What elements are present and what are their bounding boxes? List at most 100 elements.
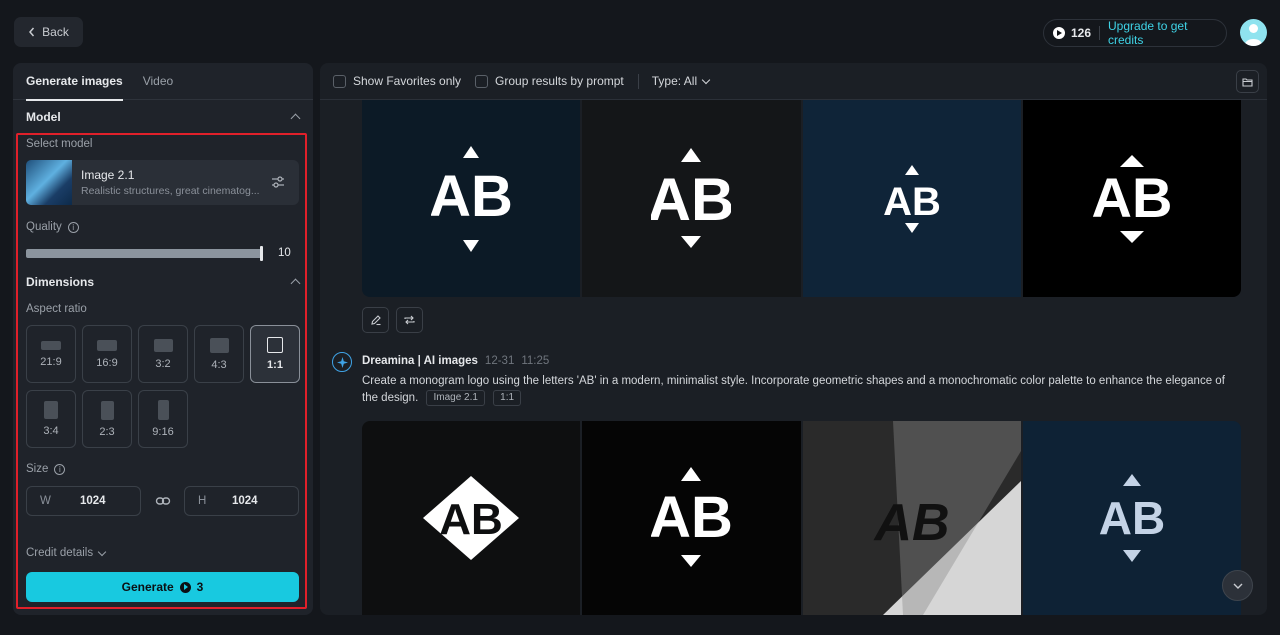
model-selector[interactable]: Image 2.1 Realistic structures, great ci… [26, 160, 299, 205]
group-filter[interactable]: Group results by prompt [475, 74, 624, 88]
chevron-down-icon [701, 75, 711, 84]
info-icon[interactable]: i [54, 463, 66, 475]
width-letter: W [40, 495, 51, 507]
credit-coin-icon [1053, 27, 1065, 39]
height-letter: H [198, 495, 207, 507]
divider [1099, 26, 1101, 40]
result-image[interactable]: AB [1022, 100, 1241, 297]
size-label: Size i [26, 463, 66, 475]
collapse-icon [290, 278, 301, 289]
logo-text: AB [1099, 492, 1165, 544]
ratio-shape [44, 401, 58, 419]
group-checkbox[interactable] [475, 74, 489, 88]
back-button[interactable]: Back [14, 17, 83, 47]
back-label: Back [42, 25, 69, 39]
width-value: 1024 [80, 495, 106, 507]
model-name: Image 2.1 [81, 168, 135, 182]
result-meta: Dreamina | AI images 12-31 11:25 [362, 355, 549, 367]
ab-logo: AB [651, 467, 731, 567]
ab-logo: AB [1099, 474, 1165, 562]
size-text: Size [26, 463, 49, 475]
credit-coin-icon [179, 581, 191, 593]
upgrade-link[interactable]: Upgrade to get credits [1108, 19, 1226, 47]
avatar-body [1245, 39, 1262, 46]
logo-text: AB [651, 485, 731, 550]
ab-logo: AB [423, 476, 520, 560]
folder-icon [1242, 77, 1253, 87]
credits-pill[interactable]: 126 Upgrade to get credits [1043, 19, 1227, 47]
ratio-shape [267, 337, 283, 353]
link-icon[interactable] [155, 493, 171, 509]
prompt-text[interactable]: Create a monogram logo using the letters… [362, 375, 1225, 404]
folder-button[interactable] [1236, 70, 1259, 93]
edit-button[interactable] [362, 307, 389, 333]
ratio-shape [97, 339, 117, 351]
group-label: Group results by prompt [495, 74, 624, 88]
aspect-ratio-label: Aspect ratio [26, 303, 87, 315]
ratio-label: 3:2 [155, 357, 171, 370]
ratio-16-9[interactable]: 16:9 [82, 325, 132, 383]
ratio-label: 3:4 [43, 425, 59, 437]
model-info: Image 2.1 Realistic structures, great ci… [81, 168, 261, 197]
generation-panel: Generate images Video Model Select model… [13, 63, 313, 615]
result-image[interactable]: AB [802, 100, 1021, 297]
logo-text: AB [431, 164, 511, 229]
ratio-label: 1:1 [267, 359, 283, 371]
favorites-checkbox[interactable] [333, 74, 346, 88]
sliders-icon[interactable] [271, 175, 285, 189]
top-bar: Back 126 Upgrade to get credits [0, 0, 1280, 63]
credits-count: 126 [1070, 26, 1092, 40]
quality-value: 10 [278, 247, 291, 259]
regenerate-button[interactable] [396, 307, 423, 333]
scroll-down-button[interactable] [1222, 570, 1253, 601]
quality-slider-thumb[interactable] [260, 246, 263, 261]
quality-slider-track[interactable] [26, 249, 262, 258]
generate-button[interactable]: Generate 3 [26, 572, 299, 602]
ratio-3-4[interactable]: 3:4 [26, 390, 76, 448]
ratio-label: 2:3 [99, 425, 115, 438]
dimensions-section-header[interactable]: Dimensions [26, 275, 302, 289]
ratio-label: 4:3 [211, 358, 227, 371]
quality-label: Quality i [26, 221, 79, 233]
user-avatar[interactable] [1240, 19, 1267, 46]
repeat-icon [404, 315, 415, 325]
ratio-chip: 1:1 [493, 390, 522, 406]
model-description: Realistic structures, great cinematog... [81, 185, 260, 197]
generate-label: Generate [121, 580, 174, 594]
avatar-head [1249, 24, 1258, 33]
divider [637, 73, 639, 89]
ratio-21-9[interactable]: 21:9 [26, 325, 76, 383]
credit-details-label: Credit details [26, 547, 94, 559]
ratio-4-3[interactable]: 4:3 [194, 325, 244, 383]
ratio-1-1[interactable]: 1:1 [250, 325, 300, 383]
model-section-header[interactable]: Model [26, 110, 302, 124]
ratio-9-16[interactable]: 9:16 [138, 390, 188, 448]
result-image[interactable]: AB [1022, 421, 1241, 615]
type-dropdown[interactable]: Type: All [652, 74, 711, 88]
result-image[interactable]: AB [802, 421, 1021, 615]
ratio-2-3[interactable]: 2:3 [82, 390, 132, 448]
collapse-icon [290, 113, 301, 124]
height-field[interactable]: H 1024 [184, 486, 299, 516]
ratio-label: 16:9 [96, 356, 118, 369]
logo-text: AB [1091, 166, 1172, 229]
mode-tabs: Generate images Video [13, 63, 313, 101]
ratio-shape [100, 400, 114, 420]
tab-video[interactable]: Video [143, 63, 173, 100]
ab-logo: AB [651, 147, 731, 248]
ab-logo: AB [883, 164, 941, 233]
credit-details-toggle[interactable]: Credit details [26, 547, 107, 559]
result-image[interactable]: AB [582, 421, 801, 615]
favorites-filter[interactable]: Show Favorites only [333, 74, 461, 88]
chevron-left-icon [29, 27, 35, 37]
dimensions-section-title: Dimensions [26, 275, 95, 289]
ratio-3-2[interactable]: 3:2 [138, 325, 188, 383]
result-image[interactable]: AB [362, 421, 581, 615]
result-image[interactable]: AB [362, 100, 581, 297]
width-field[interactable]: W 1024 [26, 486, 141, 516]
tab-generate-images[interactable]: Generate images [26, 63, 123, 101]
result-image[interactable]: AB [582, 100, 801, 297]
ratio-label: 21:9 [40, 355, 62, 368]
filter-bar: Show Favorites only Group results by pro… [320, 63, 1267, 100]
info-icon[interactable]: i [67, 221, 79, 233]
